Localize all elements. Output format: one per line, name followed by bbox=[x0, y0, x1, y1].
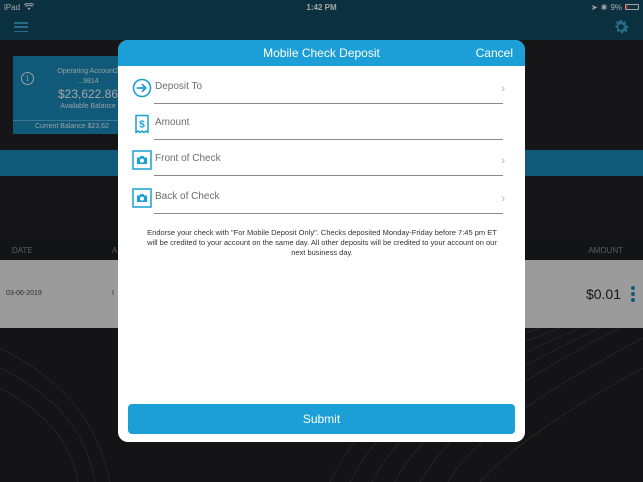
chevron-right-icon: › bbox=[501, 155, 505, 167]
submit-button[interactable]: Submit bbox=[128, 404, 515, 434]
back-of-check-field[interactable]: Back of Check › bbox=[132, 184, 515, 214]
field-divider bbox=[154, 103, 503, 104]
field-divider bbox=[154, 175, 503, 176]
chevron-right-icon: › bbox=[501, 193, 505, 205]
amount-label: Amount bbox=[155, 117, 190, 128]
back-of-check-label: Back of Check bbox=[155, 191, 220, 202]
mobile-check-deposit-dialog: Mobile Check Deposit Cancel Deposit To ›… bbox=[118, 40, 525, 442]
field-divider bbox=[154, 139, 503, 140]
field-divider bbox=[154, 213, 503, 214]
front-of-check-field[interactable]: Front of Check › bbox=[132, 146, 515, 176]
camera-icon bbox=[132, 150, 152, 170]
dollar-receipt-icon: $ bbox=[135, 114, 149, 134]
svg-text:$: $ bbox=[139, 120, 145, 131]
deposit-to-label: Deposit To bbox=[155, 81, 203, 92]
chevron-right-icon: › bbox=[501, 83, 505, 95]
dialog-header: Mobile Check Deposit Cancel bbox=[118, 40, 525, 66]
front-of-check-label: Front of Check bbox=[155, 153, 221, 164]
arrow-right-circle-icon bbox=[132, 78, 152, 98]
cancel-button[interactable]: Cancel bbox=[476, 46, 513, 60]
camera-icon bbox=[132, 188, 152, 208]
endorsement-disclaimer: Endorse your check with "For Mobile Depo… bbox=[147, 228, 497, 257]
deposit-to-field[interactable]: Deposit To › bbox=[132, 74, 515, 104]
amount-field[interactable]: $ Amount bbox=[132, 110, 515, 140]
dialog-title: Mobile Check Deposit bbox=[263, 46, 380, 60]
